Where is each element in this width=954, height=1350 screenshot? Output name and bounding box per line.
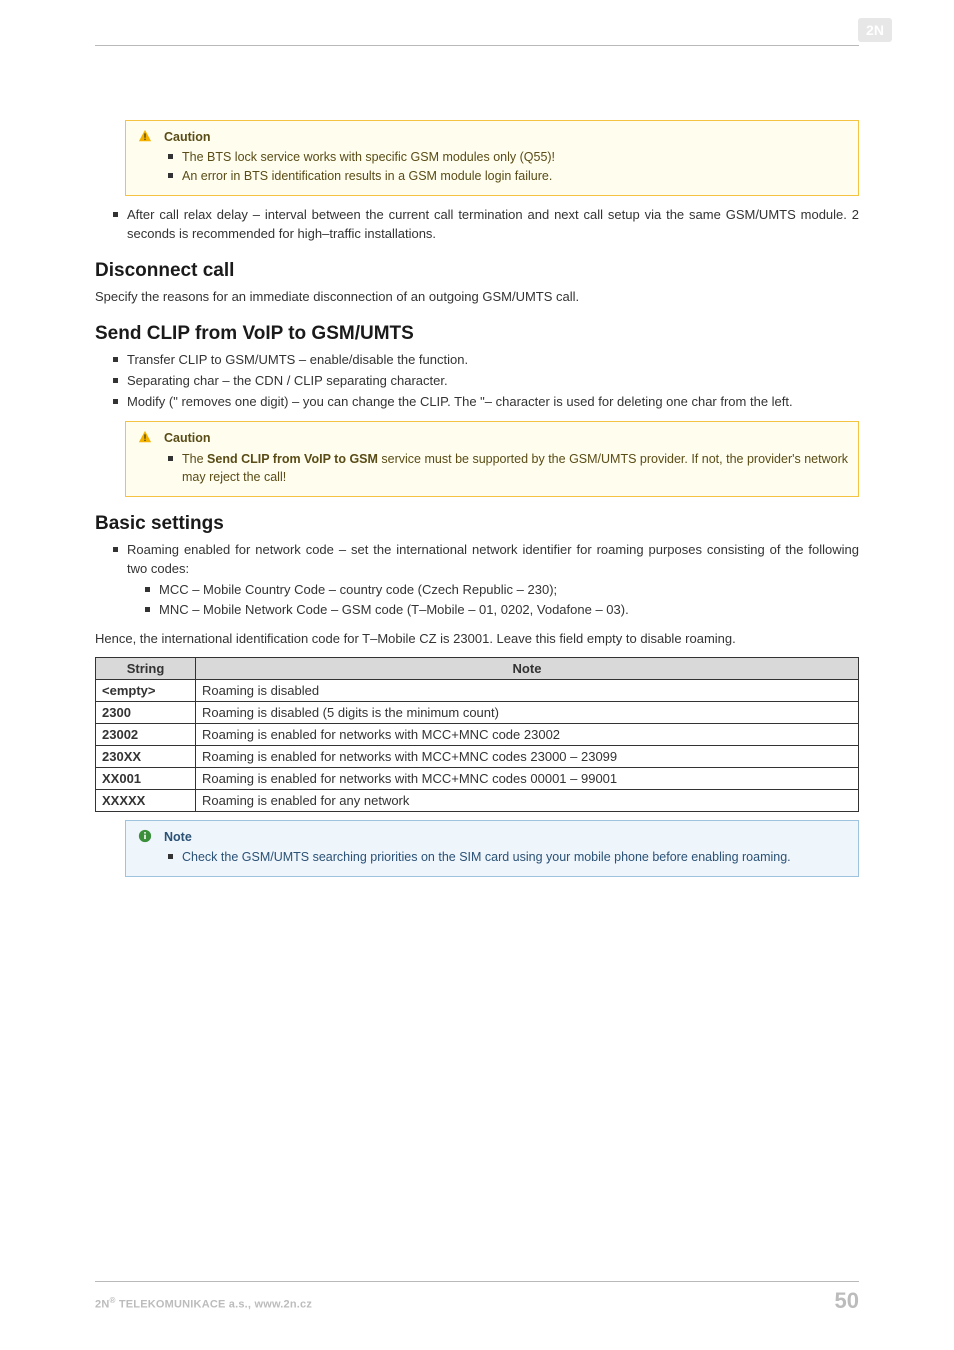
list-text: Transfer CLIP to GSM/UMTS – enable/disab… bbox=[127, 352, 468, 367]
header-rule bbox=[95, 45, 859, 46]
cell-note: Roaming is enabled for networks with MCC… bbox=[196, 768, 859, 790]
cell-string: XX001 bbox=[96, 768, 196, 790]
para-disconnect: Specify the reasons for an immediate dis… bbox=[95, 288, 859, 307]
list-item: After call relax delay – interval betwee… bbox=[127, 206, 859, 244]
table-row: 23002 Roaming is enabled for networks wi… bbox=[96, 724, 859, 746]
caution-item: An error in BTS identification results i… bbox=[182, 167, 848, 185]
caution-title: Caution bbox=[164, 128, 848, 146]
list-item: Separating char – the CDN / CLIP separat… bbox=[127, 372, 859, 391]
footer-company-post: TELEKOMUNIKACE a.s., www.2n.cz bbox=[116, 1299, 313, 1311]
col-header-note: Note bbox=[196, 658, 859, 680]
note-item: Check the GSM/UMTS searching priorities … bbox=[182, 848, 848, 866]
note-text: Check the GSM/UMTS searching priorities … bbox=[182, 850, 791, 864]
page-footer: 2N® TELEKOMUNIKACE a.s., www.2n.cz 50 bbox=[95, 1281, 859, 1314]
list-item: Transfer CLIP to GSM/UMTS – enable/disab… bbox=[127, 351, 859, 370]
list-item: Roaming enabled for network code – set t… bbox=[127, 541, 859, 620]
page-number: 50 bbox=[835, 1288, 859, 1314]
cell-note: Roaming is enabled for any network bbox=[196, 790, 859, 812]
list-text: Separating char – the CDN / CLIP separat… bbox=[127, 373, 448, 388]
caution-box-send-clip: Caution The Send CLIP from VoIP to GSM s… bbox=[125, 421, 859, 496]
list-text: Modify (" removes one digit) – you can c… bbox=[127, 394, 793, 409]
table-row: 230XX Roaming is enabled for networks wi… bbox=[96, 746, 859, 768]
roaming-table: String Note <empty> Roaming is disabled … bbox=[95, 657, 859, 812]
table-row: 2300 Roaming is disabled (5 digits is th… bbox=[96, 702, 859, 724]
cell-note: Roaming is disabled (5 digits is the min… bbox=[196, 702, 859, 724]
para-intl-code: Hence, the international identification … bbox=[95, 630, 859, 649]
table-header-row: String Note bbox=[96, 658, 859, 680]
list-item: MCC – Mobile Country Code – country code… bbox=[159, 581, 859, 600]
heading-disconnect-call: Disconnect call bbox=[95, 260, 859, 282]
table-row: XXXXX Roaming is enabled for any network bbox=[96, 790, 859, 812]
cell-string: XXXXX bbox=[96, 790, 196, 812]
caution-title: Caution bbox=[164, 429, 848, 447]
list-text: MNC – Mobile Network Code – GSM code (T–… bbox=[159, 602, 629, 617]
cell-string: 23002 bbox=[96, 724, 196, 746]
cell-note: Roaming is enabled for networks with MCC… bbox=[196, 746, 859, 768]
cell-note: Roaming is enabled for networks with MCC… bbox=[196, 724, 859, 746]
caution-item: The Send CLIP from VoIP to GSM service m… bbox=[182, 450, 848, 486]
list-text: MCC – Mobile Country Code – country code… bbox=[159, 582, 557, 597]
cell-string: <empty> bbox=[96, 680, 196, 702]
cell-note: Roaming is disabled bbox=[196, 680, 859, 702]
list-item: MNC – Mobile Network Code – GSM code (T–… bbox=[159, 601, 859, 620]
brand-logo: 2N bbox=[858, 18, 892, 45]
caution-text: The BTS lock service works with specific… bbox=[182, 150, 555, 164]
caution-text: An error in BTS identification results i… bbox=[182, 169, 552, 183]
caution-text-bold: Send CLIP from VoIP to GSM bbox=[207, 452, 378, 466]
warning-icon bbox=[138, 129, 152, 148]
info-icon bbox=[138, 829, 152, 848]
warning-icon bbox=[138, 430, 152, 449]
heading-send-clip: Send CLIP from VoIP to GSM/UMTS bbox=[95, 323, 859, 345]
heading-basic-settings: Basic settings bbox=[95, 513, 859, 535]
list-item: Modify (" removes one digit) – you can c… bbox=[127, 393, 859, 412]
footer-rule bbox=[95, 1281, 859, 1282]
caution-item: The BTS lock service works with specific… bbox=[182, 148, 848, 166]
caution-box-bts-lock: Caution The BTS lock service works with … bbox=[125, 120, 859, 196]
list-text: Roaming enabled for network code – set t… bbox=[127, 542, 859, 576]
table-row: <empty> Roaming is disabled bbox=[96, 680, 859, 702]
col-header-string: String bbox=[96, 658, 196, 680]
caution-text-pre: The bbox=[182, 452, 207, 466]
svg-text:2N: 2N bbox=[866, 22, 884, 38]
footer-company-pre: 2N bbox=[95, 1299, 109, 1311]
table-row: XX001 Roaming is enabled for networks wi… bbox=[96, 768, 859, 790]
note-title: Note bbox=[164, 828, 848, 846]
cell-string: 230XX bbox=[96, 746, 196, 768]
note-box-roaming: Note Check the GSM/UMTS searching priori… bbox=[125, 820, 859, 877]
list-text: After call relax delay – interval betwee… bbox=[127, 207, 859, 241]
footer-company: 2N® TELEKOMUNIKACE a.s., www.2n.cz bbox=[95, 1296, 312, 1311]
cell-string: 2300 bbox=[96, 702, 196, 724]
